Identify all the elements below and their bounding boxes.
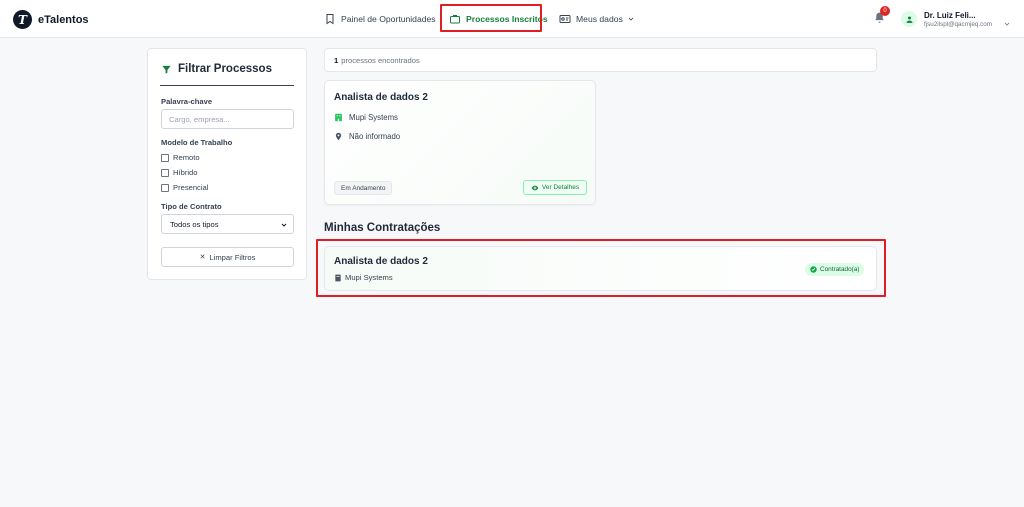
checkbox-hibrido[interactable]: Híbrido [161,168,197,177]
checkbox[interactable] [161,153,169,162]
hire-company: Mupi Systems [334,273,393,282]
hire-card[interactable]: Analista de dados 2 Mupi Systems Contrat… [324,246,877,291]
building-icon [334,274,342,282]
hire-title: Analista de dados 2 [334,256,428,267]
building-icon [334,113,343,122]
results-count-bar: 1 processos encontrados [324,48,877,72]
work-model-label: Modelo de Trabalho [161,138,233,147]
chevron-down-icon[interactable] [1003,15,1011,26]
divider [160,85,294,86]
results-count: 1 [334,55,339,65]
filter-title: Filtrar Processos [161,63,272,75]
main-nav: Painel de Oportunidades Processos Inscri… [0,0,1024,38]
checkbox-remoto[interactable]: Remoto [161,153,200,162]
contract-type-label: Tipo de Contrato [161,202,222,211]
keyword-label: Palavra-chave [161,97,213,106]
map-pin-icon [334,132,343,141]
filter-panel: Filtrar Processos Palavra-chave Modelo d… [147,48,307,280]
bookmark-icon [324,13,336,25]
checkbox-presencial[interactable]: Presencial [161,183,208,192]
id-card-icon [559,13,571,25]
nav-label: Painel de Oportunidades [341,14,436,24]
checkbox[interactable] [161,168,169,177]
user-name[interactable]: Dr. Luiz Feli... [924,11,976,20]
funnel-icon [161,64,172,75]
clear-filters-button[interactable]: ✕ Limpar Filtros [161,247,294,267]
avatar[interactable] [901,11,917,27]
status-badge: Em Andamento [334,181,393,195]
chevron-down-icon [280,221,288,229]
hires-section-title: Minhas Contratações [324,222,441,234]
hired-status-badge: Contratado(a) [805,263,865,276]
process-location: Não informado [334,132,400,141]
nav-meus-dados[interactable]: Meus dados [559,0,635,38]
contract-type-select[interactable]: Todos os tipos [161,214,294,234]
checkbox[interactable] [161,183,169,192]
briefcase-icon [449,13,461,25]
process-title: Analista de dados 2 [334,92,428,103]
keyword-input[interactable] [161,109,294,129]
eye-icon [531,184,539,192]
close-icon: ✕ [199,254,206,261]
nav-label: Processos Inscritos [466,14,548,24]
nav-painel-oportunidades[interactable]: Painel de Oportunidades [324,0,436,38]
process-company: Mupi Systems [334,113,398,122]
nav-processos-inscritos[interactable]: Processos Inscritos [449,0,548,38]
notification-badge: 0 [880,6,890,16]
chevron-down-icon [627,15,635,23]
nav-label: Meus dados [576,14,623,24]
results-count-suffix: processos encontrados [341,55,420,65]
top-navbar: T eTalentos Painel de Oportunidades Proc… [0,0,1024,38]
user-email: fjsu2ilspl@qacmjeq.com [924,21,992,28]
view-details-button[interactable]: Ver Detalhes [523,180,587,195]
check-circle-icon [810,266,817,273]
